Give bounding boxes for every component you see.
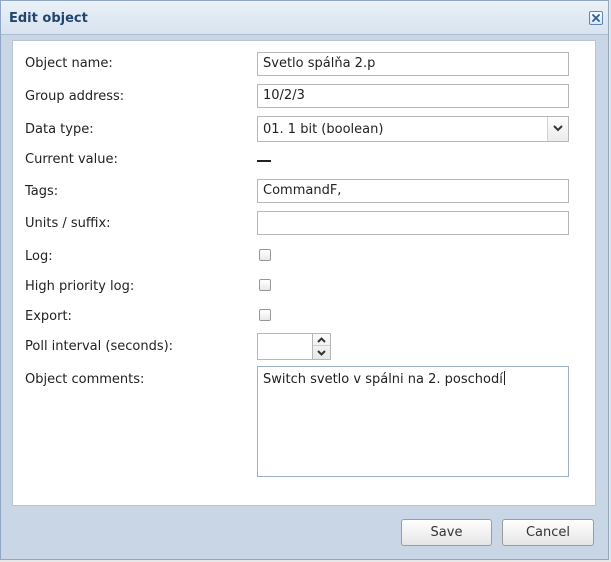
high-priority-log-label: High priority log: <box>25 279 135 294</box>
text-caret <box>503 371 505 385</box>
chevron-down-icon <box>317 350 326 356</box>
object-name-field[interactable]: Svetlo spálňa 2.p <box>257 52 569 76</box>
group-address-field[interactable]: 10/2/3 <box>257 84 569 108</box>
data-type-dropdown-button[interactable] <box>547 117 568 141</box>
group-address-label: Group address: <box>25 89 125 104</box>
units-suffix-label: Units / suffix: <box>25 216 111 231</box>
poll-interval-stepper <box>312 333 331 360</box>
current-value-label: Current value: <box>25 152 118 167</box>
edit-object-dialog: Edit object Object name: Svetlo spálňa 2… <box>0 0 609 560</box>
object-comments-textarea[interactable]: Switch svetlo v spálni na 2. poschodí <box>257 366 569 477</box>
current-value-dash <box>257 160 271 162</box>
tags-field[interactable]: CommandF, <box>257 179 569 203</box>
units-suffix-field[interactable] <box>257 211 569 235</box>
object-comments-label: Object comments: <box>25 372 145 387</box>
dialog-content: Object name: Svetlo spálňa 2.p Group add… <box>12 40 596 506</box>
object-name-label: Object name: <box>25 56 113 71</box>
data-type-label: Data type: <box>25 122 94 137</box>
data-type-select[interactable]: 01. 1 bit (boolean) <box>257 116 569 142</box>
close-icon <box>592 14 600 22</box>
dialog-title: Edit object <box>9 11 88 26</box>
poll-interval-increment-button[interactable] <box>313 334 330 346</box>
poll-interval-label: Poll interval (seconds): <box>25 339 174 354</box>
poll-interval-decrement-button[interactable] <box>313 347 330 359</box>
save-button[interactable]: Save <box>401 519 492 546</box>
log-checkbox[interactable] <box>259 249 271 261</box>
export-label: Export: <box>25 309 72 324</box>
data-type-selected-value: 01. 1 bit (boolean) <box>263 122 384 137</box>
chevron-down-icon <box>553 125 563 132</box>
chevron-up-icon <box>317 337 326 343</box>
export-checkbox[interactable] <box>259 309 271 321</box>
tags-label: Tags: <box>25 184 59 199</box>
close-button[interactable] <box>589 11 603 25</box>
log-label: Log: <box>25 249 53 264</box>
dialog-titlebar: Edit object <box>1 1 608 35</box>
object-comments-text: Switch svetlo v spálni na 2. poschodí <box>263 372 503 387</box>
high-priority-log-checkbox[interactable] <box>259 279 271 291</box>
poll-interval-input[interactable] <box>257 333 313 360</box>
poll-interval-spinner <box>257 333 331 360</box>
cancel-button[interactable]: Cancel <box>502 519 594 546</box>
